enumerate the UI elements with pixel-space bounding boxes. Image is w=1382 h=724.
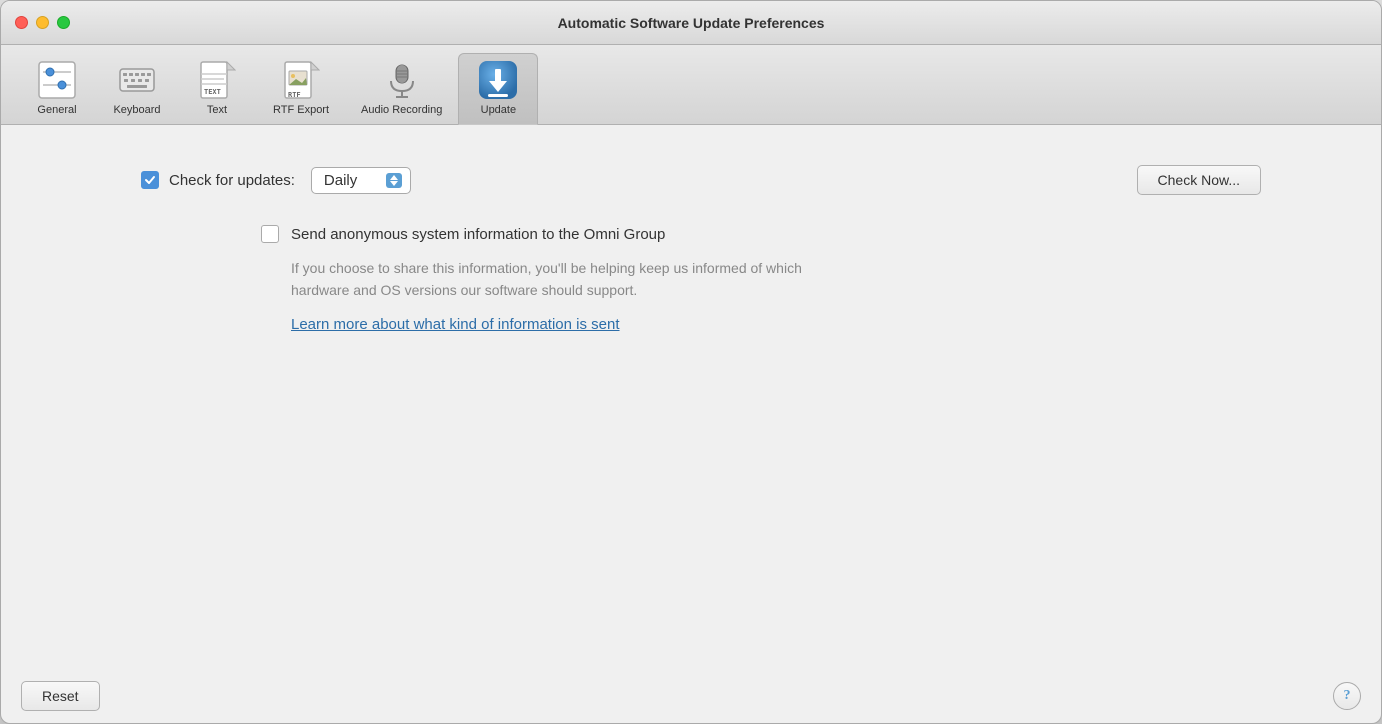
audio-recording-icon (382, 60, 422, 100)
bottom-bar: Reset ? (1, 669, 1381, 723)
tab-update-label: Update (481, 104, 516, 116)
tab-text-label: Text (207, 104, 227, 116)
keyboard-icon (117, 60, 157, 100)
close-button[interactable] (15, 16, 28, 29)
frequency-value: Daily (324, 172, 380, 189)
anon-checkbox-row: Send anonymous system information to the… (261, 225, 1321, 243)
tab-text[interactable]: TEXT Text (177, 53, 257, 124)
rtf-icon-svg: RTF (282, 61, 320, 99)
anon-learn-more-link[interactable]: Learn more about what kind of informatio… (291, 316, 1321, 333)
help-button[interactable]: ? (1333, 682, 1361, 710)
minimize-button[interactable] (36, 16, 49, 29)
window-title: Automatic Software Update Preferences (558, 15, 825, 31)
check-updates-checkbox-wrapper[interactable]: Check for updates: (141, 171, 295, 189)
checkmark-icon (144, 174, 156, 186)
svg-text:TEXT: TEXT (204, 88, 221, 96)
svg-text:RTF: RTF (288, 91, 301, 99)
check-updates-row: Check for updates: Daily Check Now... (141, 165, 1321, 195)
check-now-button[interactable]: Check Now... (1137, 165, 1261, 195)
dropdown-arrows-icon (386, 173, 402, 188)
tab-general-label: General (37, 104, 76, 116)
arrow-up-icon (390, 175, 398, 180)
anon-section: Send anonymous system information to the… (261, 225, 1321, 333)
anon-checkbox[interactable] (261, 225, 279, 243)
tab-rtf-export-label: RTF Export (273, 104, 329, 116)
rtf-export-icon: RTF (281, 60, 321, 100)
tab-keyboard[interactable]: Keyboard (97, 53, 177, 124)
general-icon (37, 60, 77, 100)
check-updates-checkbox[interactable] (141, 171, 159, 189)
maximize-button[interactable] (57, 16, 70, 29)
title-bar: Automatic Software Update Preferences (1, 1, 1381, 45)
traffic-lights (15, 16, 70, 29)
preferences-window: Automatic Software Update Preferences Ge… (0, 0, 1382, 724)
frequency-dropdown[interactable]: Daily (311, 167, 411, 194)
tab-update[interactable]: Update (458, 53, 538, 125)
arrow-down-icon (390, 181, 398, 186)
tab-rtf-export[interactable]: RTF RTF Export (257, 53, 345, 124)
tab-general[interactable]: General (17, 53, 97, 124)
audio-icon-svg (383, 61, 421, 99)
update-icon-svg (479, 61, 517, 99)
anon-description: If you choose to share this information,… (291, 257, 851, 302)
anon-label: Send anonymous system information to the… (291, 226, 665, 243)
toolbar: General Keyboa (1, 45, 1381, 125)
main-content: Check for updates: Daily Check Now... Se… (1, 125, 1381, 669)
check-now-area: Check Now... (1137, 165, 1261, 195)
reset-button[interactable]: Reset (21, 681, 100, 711)
tab-keyboard-label: Keyboard (113, 104, 160, 116)
keyboard-icon-svg (118, 61, 156, 99)
text-icon-svg: TEXT (198, 61, 236, 99)
text-icon: TEXT (197, 60, 237, 100)
general-icon-svg (38, 61, 76, 99)
tab-audio-recording[interactable]: Audio Recording (345, 53, 458, 124)
tab-audio-recording-label: Audio Recording (361, 104, 442, 116)
check-updates-label: Check for updates: (169, 172, 295, 189)
update-icon (478, 60, 518, 100)
